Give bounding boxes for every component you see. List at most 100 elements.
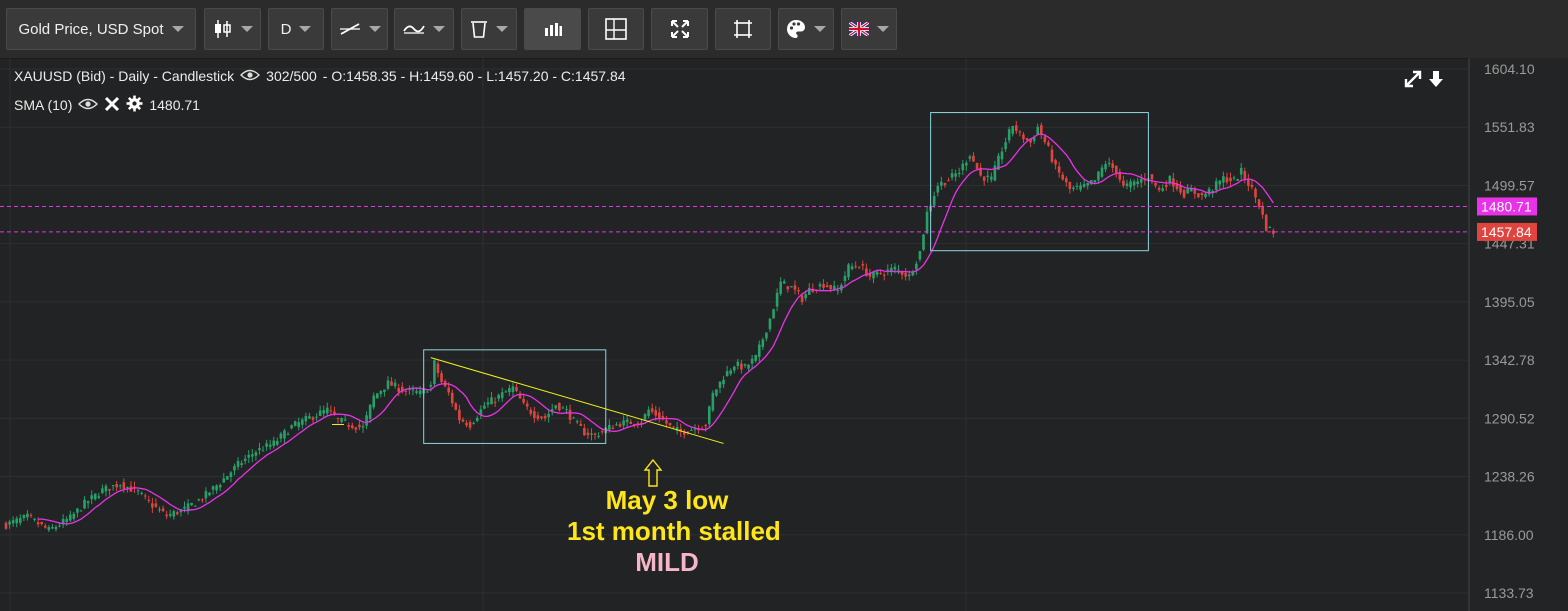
indicators-button[interactable] — [394, 8, 454, 50]
candle-body — [372, 395, 376, 408]
candle-body — [547, 413, 550, 418]
candle-body — [93, 493, 97, 500]
candle-body — [211, 486, 215, 490]
candle-body — [965, 162, 968, 166]
candle-body — [825, 285, 829, 288]
chart-type-button[interactable] — [204, 8, 261, 50]
candle-body — [893, 266, 897, 270]
language-button[interactable] — [841, 8, 897, 50]
candle-body — [190, 502, 193, 506]
candle-body — [1075, 185, 1079, 187]
candle-body — [290, 425, 293, 429]
candle-body — [793, 285, 797, 290]
candle-body — [40, 521, 43, 525]
candle-body — [993, 165, 997, 181]
download-arrow-icon[interactable] — [1428, 70, 1444, 93]
candle-body — [233, 465, 236, 471]
chart-canvas[interactable]: 1604.101551.831499.571447.311395.051342.… — [0, 58, 1568, 611]
price-chart[interactable]: 1604.10 1551.83 1499.57 1447.31 1395.05 1342.… — [0, 58, 1568, 611]
fit-button[interactable] — [715, 8, 771, 50]
volume-button[interactable] — [524, 8, 581, 50]
layout-button[interactable] — [588, 8, 644, 50]
timeframe-select[interactable]: D — [268, 8, 324, 50]
candle-body — [668, 422, 672, 426]
candle-body — [797, 290, 800, 292]
candle-body — [1150, 174, 1154, 180]
candle-body — [1182, 189, 1186, 198]
fullscreen-button[interactable] — [651, 8, 708, 50]
candle-body — [283, 430, 286, 439]
toolbar: Gold Price, USD Spot D — [0, 0, 1568, 59]
candle-body — [1061, 174, 1065, 180]
candle-body — [15, 518, 19, 524]
candle-body — [1261, 205, 1264, 215]
candle-body — [1025, 138, 1029, 140]
candle-body — [882, 274, 886, 276]
candle-body — [54, 526, 58, 530]
drawing-tools-button[interactable] — [331, 8, 388, 50]
candle-body — [126, 487, 129, 489]
chevron-down-icon — [814, 26, 826, 32]
candle-body — [990, 176, 993, 180]
candle-body — [236, 460, 240, 467]
candle-body — [447, 387, 450, 393]
candle-body — [90, 495, 93, 500]
candle-body — [1207, 188, 1211, 195]
candle-body — [1125, 183, 1129, 186]
eye-icon[interactable] — [78, 97, 99, 113]
candle-body — [847, 264, 850, 278]
candle-body — [718, 381, 722, 388]
candle-body — [654, 410, 658, 416]
candle-body — [301, 419, 304, 425]
instrument-line: XAUUSD (Bid) - Daily - Candlestick — [14, 68, 235, 84]
candle-body — [1018, 131, 1022, 133]
candle-body — [879, 273, 882, 275]
candle-body — [575, 421, 579, 423]
candle-body — [1064, 178, 1068, 183]
candle-body — [579, 423, 583, 426]
candle-body — [586, 432, 590, 436]
candle-body — [558, 402, 561, 411]
candle-body — [386, 380, 390, 389]
candle-body — [486, 402, 490, 405]
expand-icon[interactable] — [1404, 70, 1422, 93]
candlestick-icon — [213, 19, 233, 39]
candle-body — [1093, 180, 1097, 183]
candle-body — [336, 418, 340, 420]
chevron-down-icon — [433, 26, 445, 32]
candle-body — [490, 397, 493, 405]
candle-body — [732, 366, 736, 371]
candle-body — [329, 410, 333, 412]
candle-body — [36, 522, 40, 525]
candle-body — [511, 386, 515, 392]
palette-icon — [786, 19, 806, 39]
close-icon[interactable] — [104, 96, 120, 115]
candle-body — [554, 405, 558, 409]
gear-icon[interactable] — [126, 95, 143, 115]
candle-body — [411, 389, 415, 391]
candle-body — [897, 269, 900, 271]
instrument-select[interactable]: Gold Price, USD Spot — [6, 8, 196, 50]
candle-body — [757, 344, 761, 357]
candle-body — [343, 419, 347, 421]
candle-body — [29, 515, 33, 517]
candle-body — [1015, 125, 1018, 131]
candle-body — [986, 175, 990, 177]
chevron-down-icon — [299, 26, 312, 32]
fit-icon — [733, 19, 753, 39]
candle-body — [83, 499, 86, 509]
candle-body — [115, 484, 118, 488]
candle-body — [1050, 149, 1054, 162]
delete-button[interactable] — [461, 8, 517, 50]
candle-body — [201, 499, 204, 501]
candle-body — [968, 156, 972, 159]
candle-body — [804, 294, 807, 299]
candle-body — [265, 443, 268, 447]
eye-icon[interactable] — [240, 68, 261, 84]
chevron-down-icon — [496, 26, 508, 32]
candle-body — [940, 181, 943, 186]
theme-button[interactable] — [778, 8, 834, 50]
candle-body — [1254, 188, 1257, 198]
candle-body — [529, 409, 533, 414]
candle-body — [286, 433, 290, 436]
